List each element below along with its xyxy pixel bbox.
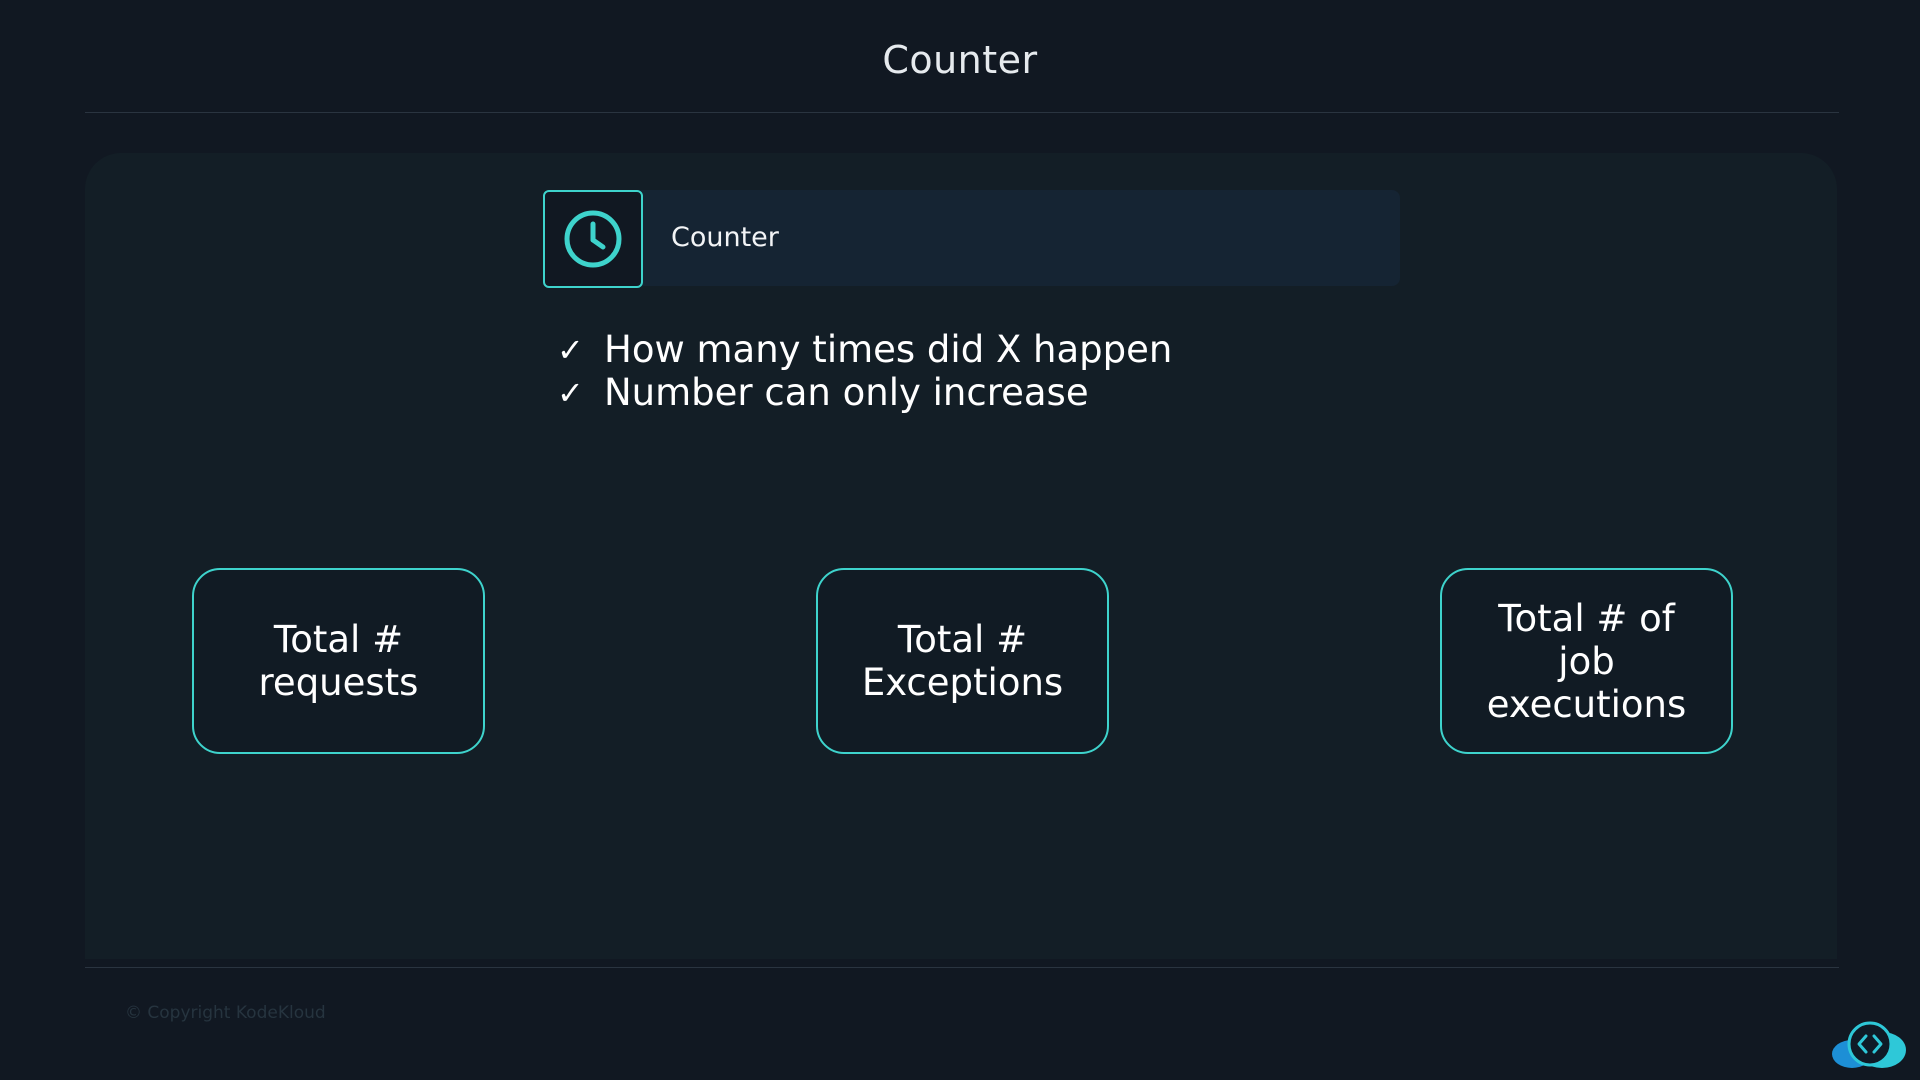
- bullet-list: ✓ How many times did X happen ✓ Number c…: [557, 328, 1172, 414]
- kodekloud-logo-icon: [1830, 1018, 1910, 1074]
- copyright-text: © Copyright KodeKloud: [125, 1003, 326, 1023]
- check-icon: ✓: [557, 330, 584, 369]
- bullet-text: Number can only increase: [604, 371, 1089, 414]
- header-label: Counter: [671, 222, 779, 253]
- title-divider: [85, 112, 1839, 113]
- header-icon-box: [543, 190, 643, 288]
- card-total-job-executions: Total # of job executions: [1440, 568, 1733, 754]
- card-text: Total # requests: [258, 618, 419, 704]
- card-total-requests: Total # requests: [192, 568, 485, 754]
- clock-icon: [564, 210, 622, 268]
- check-icon: ✓: [557, 373, 584, 412]
- bullet-item: ✓ Number can only increase: [557, 371, 1172, 414]
- card-text: Total # Exceptions: [861, 618, 1064, 704]
- slide-title: Counter: [882, 38, 1038, 82]
- footer-divider: [85, 967, 1839, 968]
- bullet-text: How many times did X happen: [604, 328, 1173, 371]
- card-total-exceptions: Total # Exceptions: [816, 568, 1109, 754]
- bullet-item: ✓ How many times did X happen: [557, 328, 1172, 371]
- card-text: Total # of job executions: [1486, 596, 1687, 726]
